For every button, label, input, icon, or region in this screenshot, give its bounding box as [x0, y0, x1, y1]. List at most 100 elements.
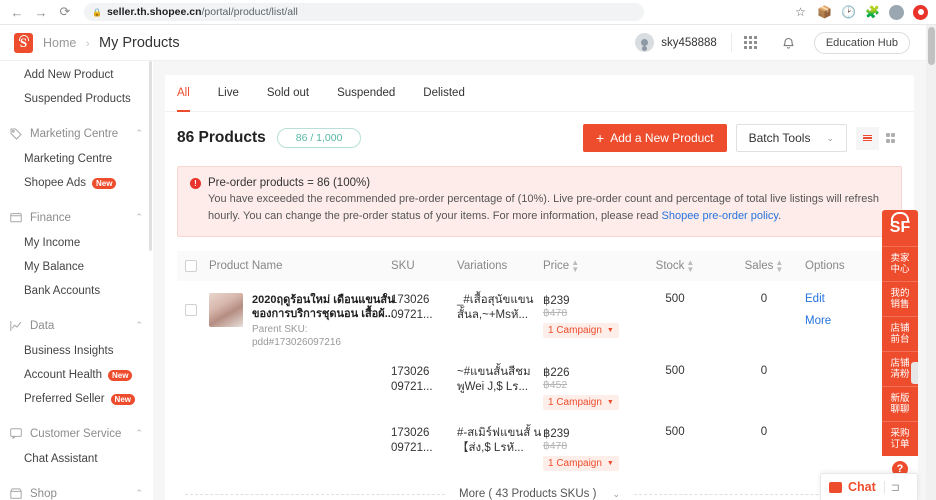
sf-item-purchase-orders[interactable]: 采购 订单 [882, 421, 918, 456]
puzzle-extension-icon[interactable]: 🧩 [865, 5, 880, 20]
breadcrumb-home[interactable]: Home [43, 36, 76, 50]
sf-logo[interactable]: SF [882, 210, 918, 246]
pre-order-policy-link[interactable]: Shopee pre-order policy [662, 210, 779, 222]
chat-label: Chat [848, 480, 876, 494]
education-hub-button[interactable]: Education Hub [813, 31, 910, 54]
sf-item-my-sales[interactable]: 我的 销售 [882, 281, 918, 316]
tab-delisted[interactable]: Delisted [423, 75, 465, 112]
sidebar-item-account-health[interactable]: Account Health New [0, 363, 153, 387]
product-name-text[interactable]: 2020ฤดูร้อนใหม่ เดือนแขนสั้น ของการบริกา… [252, 293, 395, 321]
more-link[interactable]: More [805, 315, 875, 327]
cell-options: Edit More [805, 293, 875, 349]
column-header-stock[interactable]: Stock ▲ ▼ [627, 259, 723, 274]
campaign-badge[interactable]: 1 Campaign ▼ [543, 456, 619, 471]
cell-price: ฿239 ฿478 1 Campaign ▼ [543, 293, 627, 349]
sf-item-new-chat[interactable]: 新版 聊聊 [882, 386, 918, 421]
sidebar-group-finance[interactable]: Finance ⌃ [0, 204, 153, 231]
grid-view-icon[interactable] [879, 126, 902, 150]
price-current: ฿239 [543, 295, 570, 307]
sidebar-group-label: Customer Service [30, 427, 122, 440]
sidebar-scrollbar[interactable] [149, 61, 152, 251]
sort-arrows-icon[interactable]: ▲ ▼ [686, 259, 694, 274]
pre-order-alert: ! Pre-order products = 86 (100%) You hav… [177, 166, 902, 237]
sidebar-item-my-income[interactable]: My Income [0, 231, 153, 255]
column-header-sales[interactable]: Sales ▲ ▼ [723, 259, 805, 274]
sf-item-seller-center[interactable]: 卖家 中心 [882, 246, 918, 281]
campaign-badge[interactable]: 1 Campaign ▼ [543, 323, 619, 338]
cell-sales: 0 [760, 293, 768, 305]
sidebar-item-add-new-product[interactable]: Add New Product [0, 63, 153, 87]
list-view-icon[interactable] [856, 126, 879, 150]
price-original: ฿478 [543, 440, 568, 452]
clock-extension-icon[interactable]: 🕑 [841, 5, 856, 20]
reload-icon[interactable]: ⟳ [54, 1, 76, 23]
new-badge: New [92, 177, 117, 189]
edit-link[interactable]: Edit [805, 293, 875, 305]
sidebar-item-label: Marketing Centre [24, 153, 113, 165]
app-page: S Home › My Products sky458888 Education… [0, 25, 926, 500]
error-exclamation-icon: ! [190, 177, 201, 189]
sort-arrows-icon[interactable]: ▲ ▼ [775, 259, 783, 274]
sidebar-item-suspended-products[interactable]: Suspended Products [0, 87, 153, 111]
sf-item-shop-front[interactable]: 店铺 前台 [882, 316, 918, 351]
price-original: ฿452 [543, 379, 568, 391]
add-new-product-button[interactable]: + Add a New Product [583, 124, 727, 152]
select-all-checkbox[interactable] [185, 260, 197, 272]
sidebar-group-label: Marketing Centre [30, 127, 119, 140]
lock-icon: 🔒 [92, 7, 102, 17]
panel-drag-handle[interactable] [911, 362, 918, 384]
sidebar-item-business-insights[interactable]: Business Insights [0, 339, 153, 363]
sidebar-group-shop[interactable]: Shop ⌃ [0, 480, 153, 500]
page-scrollbar-track[interactable] [926, 25, 936, 500]
sidebar-item-my-balance[interactable]: My Balance [0, 255, 153, 279]
header-right-actions: sky458888 Education Hub [635, 25, 912, 61]
sort-arrows-icon[interactable]: ▲ ▼ [571, 259, 579, 274]
cell-variation: #-สเมิร์ฟแขนสั้ น 【ส่ง,$ Lรหั... [457, 427, 542, 454]
sidebar-group-marketing-centre[interactable]: Marketing Centre ⌃ [0, 120, 153, 147]
record-icon[interactable] [913, 4, 928, 20]
sf-item-line2: 清粉 [890, 369, 910, 380]
sidebar-item-preferred-seller[interactable]: Preferred Seller New [0, 387, 153, 411]
bookmark-star-icon[interactable]: ☆ [793, 5, 808, 20]
new-badge: New [110, 393, 135, 405]
page-scrollbar-thumb[interactable] [928, 27, 935, 65]
forward-arrow-icon[interactable]: → [30, 1, 52, 23]
chevron-down-icon: ▼ [606, 327, 614, 334]
sidebar-group-customer-service[interactable]: Customer Service ⌃ [0, 420, 153, 447]
tab-live[interactable]: Live [218, 75, 239, 112]
cell-sku: 173026 09721... [391, 294, 433, 321]
column-header-price[interactable]: Price ▲ ▼ [543, 259, 627, 274]
campaign-label: 1 Campaign [548, 458, 602, 469]
user-account[interactable]: sky458888 [635, 33, 731, 52]
sidebar-item-chat-assistant[interactable]: Chat Assistant [0, 447, 153, 471]
sidebar-item-marketing-centre[interactable]: Marketing Centre [0, 147, 153, 171]
batch-tools-button[interactable]: Batch Tools ⌄ [735, 124, 847, 152]
expand-more-skus[interactable]: More ( 43 Products SKUs ) ⌄ [185, 483, 894, 500]
expand-window-icon[interactable]: ⊐ [891, 481, 900, 494]
row-checkbox[interactable] [185, 304, 197, 316]
shopee-logo[interactable]: S [14, 32, 33, 53]
sidebar-group-data[interactable]: Data ⌃ [0, 312, 153, 339]
product-thumbnail[interactable] [209, 293, 243, 327]
tab-sold-out[interactable]: Sold out [267, 75, 309, 112]
main-content: All Live Sold out Suspended Delisted 86 … [153, 61, 914, 500]
sidebar-item-bank-accounts[interactable]: Bank Accounts [0, 279, 153, 303]
url-path: /portal/product/list/all [201, 6, 298, 18]
apps-grid-icon[interactable] [732, 25, 770, 61]
cell-product-name: 2020ฤดูร้อนใหม่ เดือนแขนสั้น ของการบริกา… [197, 293, 395, 349]
address-bar[interactable]: 🔒 seller.th.shopee.cn/portal/product/lis… [84, 3, 644, 21]
expand-more-skus-label: More ( 43 Products SKUs ) [459, 488, 597, 500]
profile-avatar-icon[interactable] [889, 4, 904, 20]
campaign-badge[interactable]: 1 Campaign ▼ [543, 395, 619, 410]
chat-widget[interactable]: Chat ⊐ [820, 473, 918, 500]
back-arrow-icon[interactable]: ← [6, 1, 28, 23]
box-extension-icon[interactable]: 📦 [817, 5, 832, 20]
tab-all[interactable]: All [177, 75, 190, 112]
breadcrumb-separator: › [85, 37, 90, 50]
tab-suspended[interactable]: Suspended [337, 75, 395, 112]
sidebar-item-shopee-ads[interactable]: Shopee Ads New [0, 171, 153, 195]
sf-item-line1: 店铺 [890, 358, 910, 369]
alert-title: Pre-order products = 86 (100%) [208, 177, 371, 189]
table-row: 173026 09721... ~#แขนสั้นสีชม พูWei J,$ … [177, 349, 902, 410]
notification-bell-icon[interactable] [770, 25, 808, 61]
